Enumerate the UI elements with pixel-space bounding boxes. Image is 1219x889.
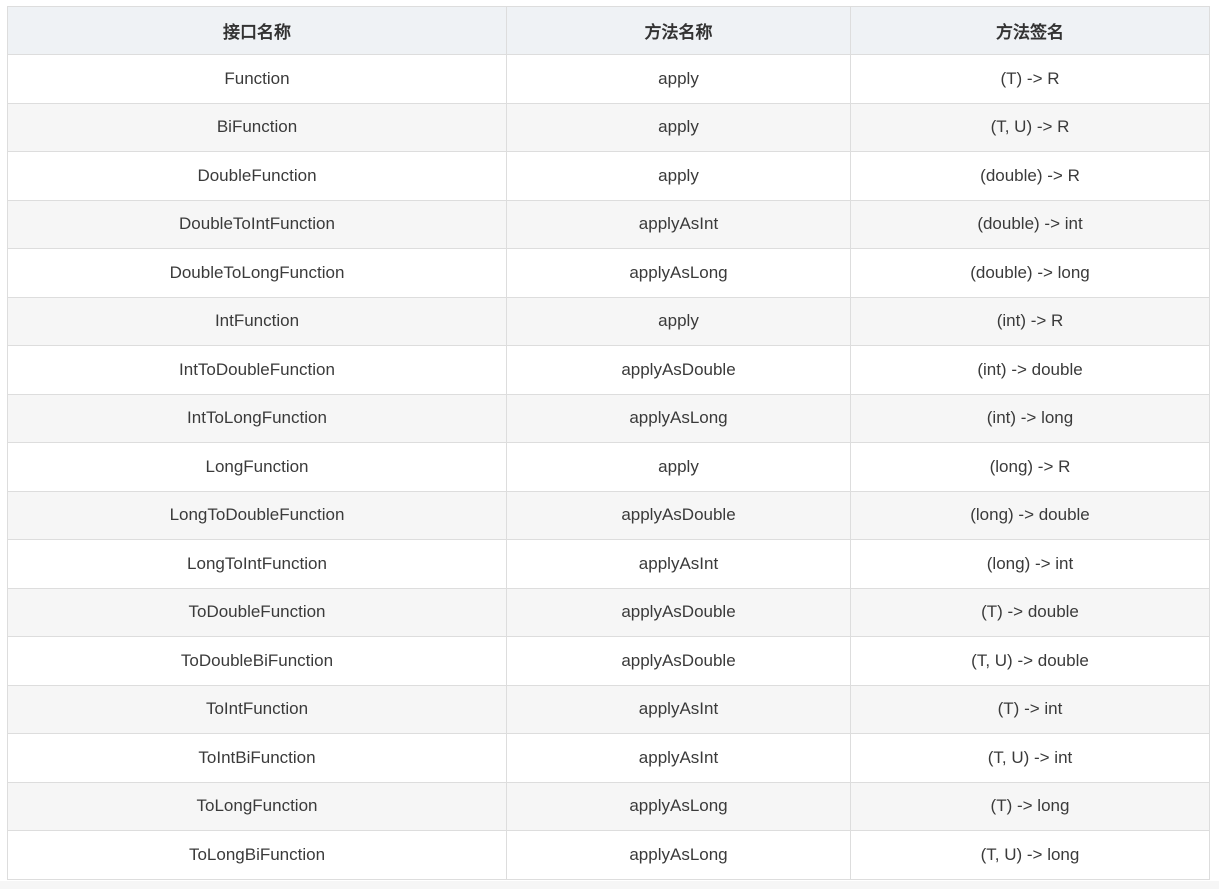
page-bottom-strip bbox=[0, 881, 1219, 889]
cell-method-signature: (T, U) -> long bbox=[850, 830, 1210, 880]
cell-interface-name: LongToDoubleFunction bbox=[7, 490, 507, 540]
cell-method-name: apply bbox=[506, 442, 851, 492]
cell-method-name: apply bbox=[506, 102, 851, 152]
table-row: ToIntBiFunction applyAsInt (T, U) -> int bbox=[7, 733, 1210, 783]
header-method-name: 方法名称 bbox=[506, 6, 851, 55]
cell-method-name: applyAsInt bbox=[506, 539, 851, 589]
table-row: IntToLongFunction applyAsLong (int) -> lon… bbox=[7, 393, 1210, 443]
cell-method-signature: (int) -> long bbox=[850, 393, 1210, 443]
cell-interface-name: ToLongFunction bbox=[7, 781, 507, 831]
table-row: Function apply (T) -> R bbox=[7, 54, 1210, 104]
cell-interface-name: DoubleToIntFunction bbox=[7, 199, 507, 249]
cell-method-name: applyAsLong bbox=[506, 830, 851, 880]
cell-interface-name: ToIntFunction bbox=[7, 684, 507, 734]
cell-method-name: applyAsInt bbox=[506, 733, 851, 783]
cell-interface-name: LongToIntFunction bbox=[7, 539, 507, 589]
cell-interface-name: LongFunction bbox=[7, 442, 507, 492]
cell-interface-name: DoubleFunction bbox=[7, 151, 507, 201]
cell-interface-name: Function bbox=[7, 54, 507, 104]
function-interfaces-table: 接口名称 方法名称 方法签名 Function apply (T) -> R BiFu… bbox=[7, 6, 1210, 880]
cell-method-signature: (long) -> int bbox=[850, 539, 1210, 589]
cell-method-name: apply bbox=[506, 151, 851, 201]
cell-interface-name: IntFunction bbox=[7, 296, 507, 346]
cell-method-name: applyAsDouble bbox=[506, 345, 851, 395]
cell-method-signature: (T, U) -> int bbox=[850, 733, 1210, 783]
table-row: LongToDoubleFunction applyAsDouble (long) … bbox=[7, 490, 1210, 540]
cell-method-name: applyAsInt bbox=[506, 199, 851, 249]
table-row: ToDoubleFunction applyAsDouble (T) -> doub… bbox=[7, 587, 1210, 637]
cell-method-signature: (double) -> long bbox=[850, 248, 1210, 298]
table-row: BiFunction apply (T, U) -> R bbox=[7, 102, 1210, 152]
cell-method-signature: (int) -> double bbox=[850, 345, 1210, 395]
cell-method-name: apply bbox=[506, 54, 851, 104]
cell-method-name: applyAsDouble bbox=[506, 587, 851, 637]
cell-method-signature: (double) -> R bbox=[850, 151, 1210, 201]
table-row: DoubleToIntFunction applyAsInt (double) ->… bbox=[7, 199, 1210, 249]
table-row: DoubleFunction apply (double) -> R bbox=[7, 151, 1210, 201]
table-row: ToLongBiFunction applyAsLong (T, U) -> lon… bbox=[7, 830, 1210, 880]
cell-method-name: applyAsDouble bbox=[506, 490, 851, 540]
cell-method-name: applyAsLong bbox=[506, 781, 851, 831]
table-row: ToLongFunction applyAsLong (T) -> long bbox=[7, 781, 1210, 831]
cell-method-signature: (T, U) -> double bbox=[850, 636, 1210, 686]
cell-method-name: applyAsDouble bbox=[506, 636, 851, 686]
cell-method-signature: (int) -> R bbox=[850, 296, 1210, 346]
cell-interface-name: ToIntBiFunction bbox=[7, 733, 507, 783]
table-row: IntToDoubleFunction applyAsDouble (int) ->… bbox=[7, 345, 1210, 395]
cell-method-name: applyAsInt bbox=[506, 684, 851, 734]
header-interface-name: 接口名称 bbox=[7, 6, 507, 55]
cell-method-name: applyAsLong bbox=[506, 393, 851, 443]
cell-interface-name: ToLongBiFunction bbox=[7, 830, 507, 880]
cell-interface-name: IntToLongFunction bbox=[7, 393, 507, 443]
table-row: ToDoubleBiFunction applyAsDouble (T, U) ->… bbox=[7, 636, 1210, 686]
table-row: LongToIntFunction applyAsInt (long) -> int bbox=[7, 539, 1210, 589]
cell-method-signature: (long) -> double bbox=[850, 490, 1210, 540]
cell-interface-name: ToDoubleFunction bbox=[7, 587, 507, 637]
cell-interface-name: IntToDoubleFunction bbox=[7, 345, 507, 395]
cell-method-signature: (double) -> int bbox=[850, 199, 1210, 249]
table-row: DoubleToLongFunction applyAsLong (double) … bbox=[7, 248, 1210, 298]
table-body: Function apply (T) -> R BiFunction apply (T, … bbox=[7, 54, 1210, 880]
cell-method-signature: (T) -> long bbox=[850, 781, 1210, 831]
cell-method-signature: (T) -> double bbox=[850, 587, 1210, 637]
table-row: LongFunction apply (long) -> R bbox=[7, 442, 1210, 492]
cell-method-signature: (T) -> int bbox=[850, 684, 1210, 734]
cell-method-signature: (T, U) -> R bbox=[850, 102, 1210, 152]
table-row: IntFunction apply (int) -> R bbox=[7, 296, 1210, 346]
cell-interface-name: ToDoubleBiFunction bbox=[7, 636, 507, 686]
table-header-row: 接口名称 方法名称 方法签名 bbox=[7, 6, 1210, 55]
table-row: ToIntFunction applyAsInt (T) -> int bbox=[7, 684, 1210, 734]
cell-interface-name: BiFunction bbox=[7, 102, 507, 152]
cell-method-signature: (long) -> R bbox=[850, 442, 1210, 492]
cell-method-signature: (T) -> R bbox=[850, 54, 1210, 104]
cell-method-name: apply bbox=[506, 296, 851, 346]
header-method-signature: 方法签名 bbox=[850, 6, 1210, 55]
cell-interface-name: DoubleToLongFunction bbox=[7, 248, 507, 298]
cell-method-name: applyAsLong bbox=[506, 248, 851, 298]
